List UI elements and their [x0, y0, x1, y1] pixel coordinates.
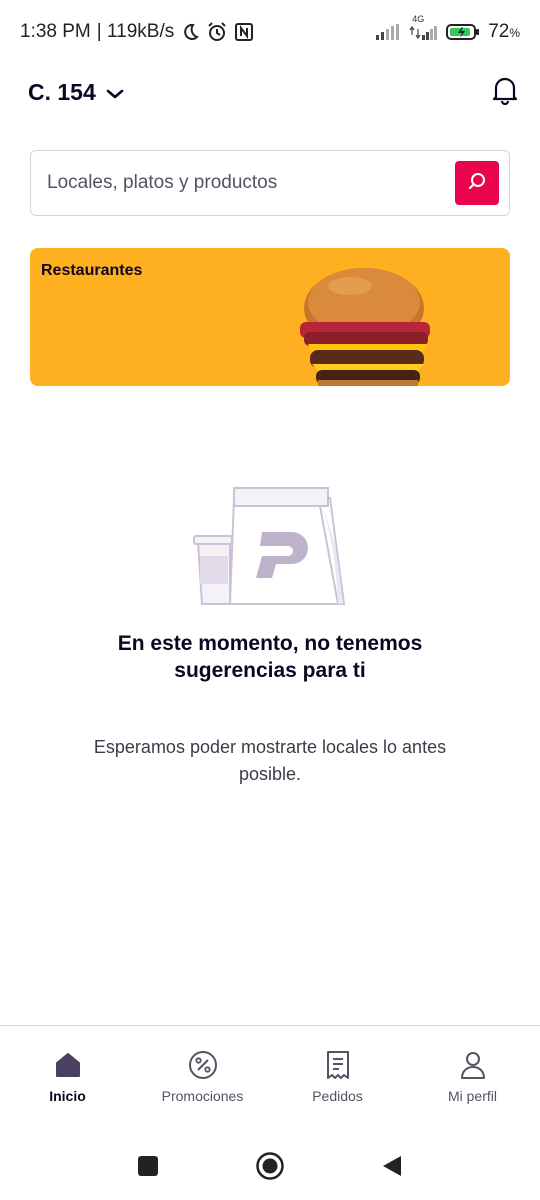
notifications-button[interactable] [490, 75, 520, 109]
battery-percent: 72% [488, 21, 520, 43]
square-icon [137, 1155, 159, 1182]
nav-label-promociones: Promociones [161, 1088, 244, 1104]
status-left: 1:38 PM | 119kB/s [20, 21, 254, 43]
search-icon [467, 171, 487, 196]
nav-label-inicio: Inicio [49, 1088, 86, 1104]
home-system-button[interactable] [255, 1151, 285, 1186]
chevron-down-icon [106, 79, 124, 106]
restaurants-banner[interactable]: Restaurantes [30, 248, 510, 386]
nav-label-pedidos: Pedidos [312, 1088, 363, 1104]
signal-icon [376, 24, 400, 40]
search-button[interactable] [455, 161, 499, 205]
search-input[interactable] [47, 172, 455, 194]
empty-state-subtitle: Esperamos poder mostrarte locales lo ant… [93, 737, 447, 784]
search-bar [30, 150, 510, 216]
alarm-icon [206, 21, 228, 43]
burger-image [300, 268, 430, 386]
status-net-speed: | 119kB/s [96, 21, 175, 42]
home-icon [53, 1050, 83, 1080]
receipt-icon [323, 1050, 353, 1080]
nav-label-mi-perfil: Mi perfil [447, 1088, 497, 1104]
nav-item-inicio[interactable]: Inicio [0, 1026, 135, 1125]
nav-item-mi-perfil[interactable]: Mi perfil [405, 1026, 540, 1125]
address-selector[interactable]: C. 154 [28, 79, 124, 106]
header: C. 154 [28, 72, 520, 112]
signal-4g-icon: 4G [408, 14, 438, 40]
nav-item-promociones[interactable]: Promociones [135, 1026, 270, 1125]
recents-button[interactable] [133, 1153, 163, 1183]
user-icon [458, 1050, 488, 1080]
back-triangle-icon [381, 1154, 403, 1183]
bell-icon [492, 75, 518, 110]
address-label: C. 154 [28, 78, 96, 105]
system-nav [0, 1140, 540, 1196]
nfc-icon [234, 22, 254, 42]
empty-state-title: En este momento, no tenemos sugerencias … [117, 632, 423, 682]
bottom-nav: Inicio Promociones Pedidos Mi perfil [0, 1025, 540, 1125]
nav-item-pedidos[interactable]: Pedidos [270, 1026, 405, 1125]
back-button[interactable] [377, 1153, 407, 1183]
status-bar: 1:38 PM | 119kB/s 4G 72% [0, 0, 540, 64]
status-time: 1:38 PM [20, 21, 91, 42]
network-type-label: 4G [412, 14, 425, 24]
percent-icon [188, 1050, 218, 1080]
battery-value: 72 [488, 21, 510, 42]
moon-icon [180, 22, 200, 42]
battery-unit: % [509, 26, 520, 40]
circle-icon [255, 1151, 285, 1186]
battery-icon [446, 23, 480, 41]
banner-title: Restaurantes [41, 262, 143, 279]
bag-illustration [193, 487, 346, 605]
status-right: 4G 72% [376, 14, 520, 43]
